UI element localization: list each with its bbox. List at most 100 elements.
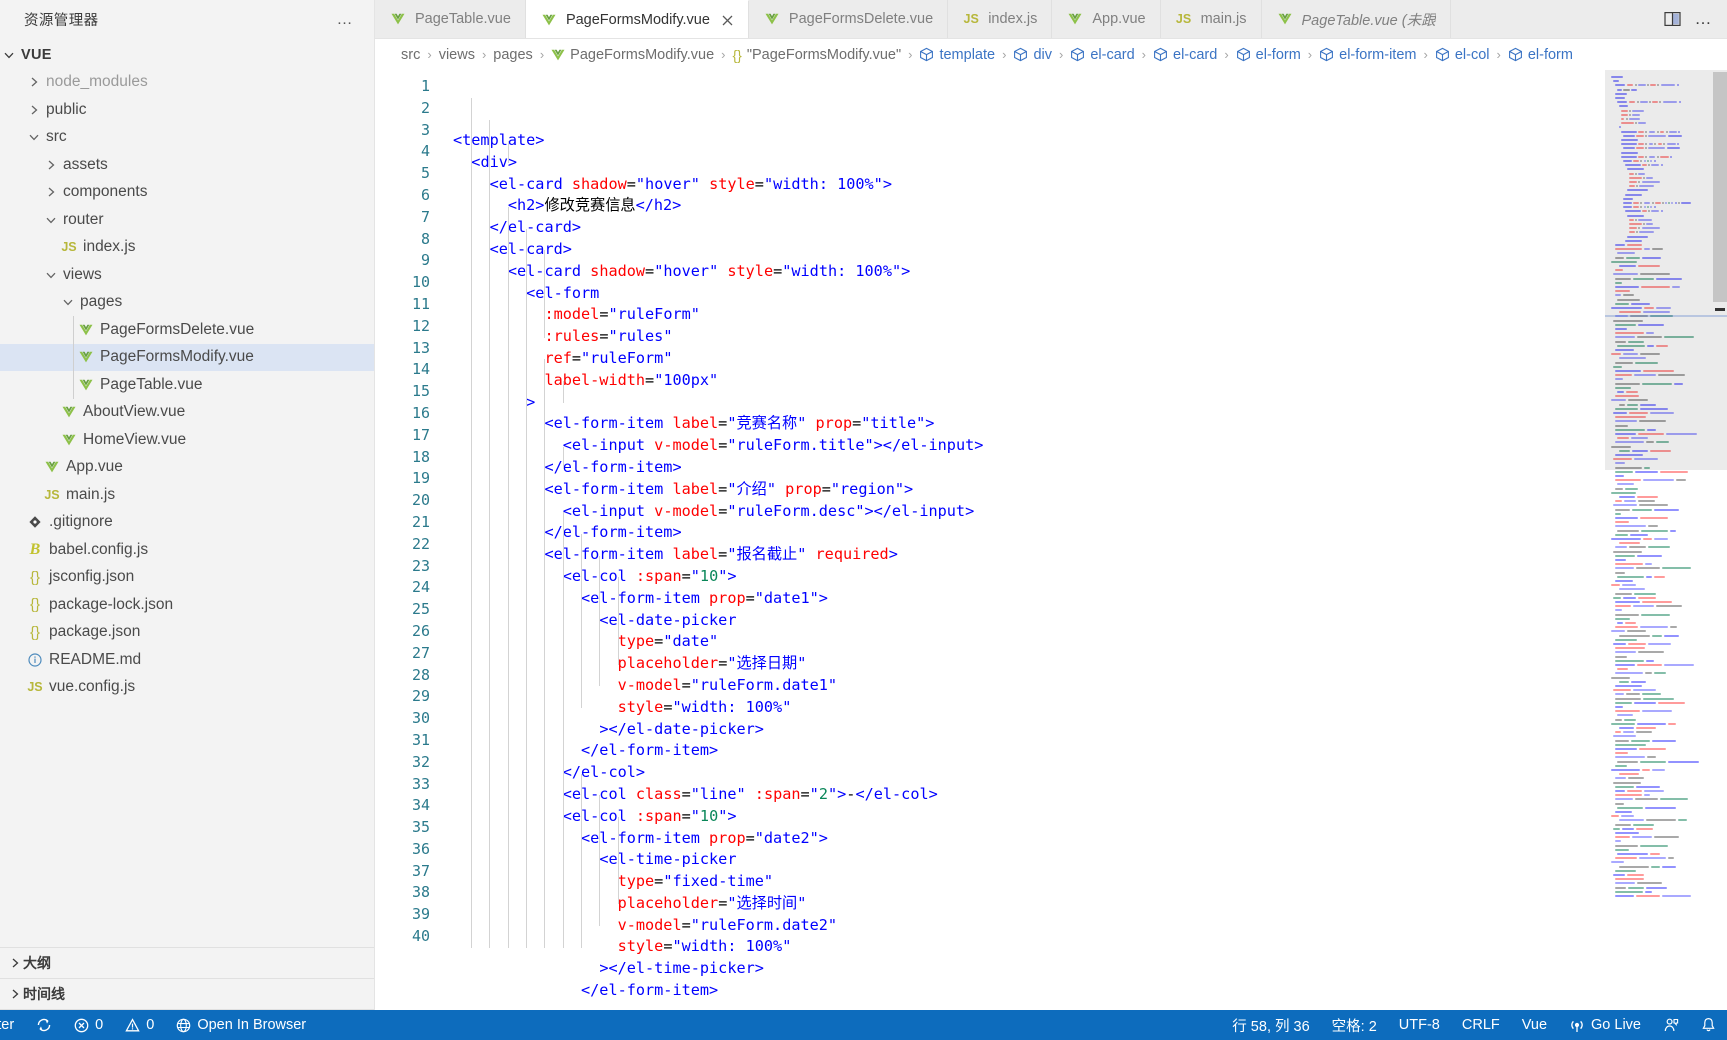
code-line[interactable]: <el-form-item prop="date2"> <box>441 828 1605 850</box>
tree-item-public[interactable]: public <box>0 96 374 124</box>
tab-pagetable-vue[interactable]: PageTable.vue <box>375 0 526 38</box>
tree-item-package-json[interactable]: {} package.json <box>0 619 374 647</box>
tree-item-router[interactable]: router <box>0 206 374 234</box>
code-line[interactable]: </el-form-item> <box>441 522 1605 544</box>
tree-item-pageformsmodify-vue[interactable]: PageFormsModify.vue <box>0 343 374 371</box>
tree-item-index-js[interactable]: JS index.js <box>0 234 374 262</box>
code-content[interactable]: <template> <div> <el-card shadow="hover"… <box>441 70 1605 1010</box>
tab-close-icon[interactable] <box>721 11 734 28</box>
code-line[interactable]: <el-form-item label="报名截止" required> <box>441 544 1605 566</box>
code-line[interactable]: <h2>修改竞赛信息</h2> <box>441 195 1605 217</box>
breadcrumb-item[interactable]: src <box>401 47 420 63</box>
breadcrumb-item[interactable]: el-card <box>1153 47 1217 63</box>
status-open-in-browser[interactable]: Open In Browser <box>165 1010 317 1040</box>
minimap-slider[interactable] <box>1605 70 1727 470</box>
code-line[interactable]: <el-form-item prop="date1"> <box>441 588 1605 610</box>
breadcrumb-item[interactable]: pages <box>493 47 533 63</box>
code-line[interactable]: <el-date-picker <box>441 610 1605 632</box>
breadcrumb-item[interactable]: el-col <box>1435 47 1489 63</box>
tab-pagetable-vue[interactable]: PageTable.vue (未跟 <box>1261 0 1451 38</box>
breadcrumb-item[interactable]: el-card <box>1070 47 1135 63</box>
breadcrumb-item[interactable]: views <box>439 47 475 63</box>
code-line[interactable]: <el-input v-model="ruleForm.desc"></el-i… <box>441 501 1605 523</box>
code-line[interactable]: <el-col :span="10"> <box>441 806 1605 828</box>
code-line[interactable]: type="fixed-time" <box>441 871 1605 893</box>
chevron-down-icon[interactable] <box>59 296 76 308</box>
tree-item-readme-md[interactable]: README.md <box>0 646 374 674</box>
status-problems-errors[interactable]: 0 <box>63 1010 114 1040</box>
more-actions-icon[interactable]: … <box>1695 10 1714 27</box>
code-line[interactable]: <el-card shadow="hover" style="width: 10… <box>441 261 1605 283</box>
code-line[interactable]: placeholder="选择日期" <box>441 653 1605 675</box>
chevron-down-icon[interactable] <box>42 214 59 226</box>
chevron-down-icon[interactable] <box>25 131 42 143</box>
status-language-mode[interactable]: Vue <box>1511 1010 1558 1040</box>
status-eol[interactable]: CRLF <box>1451 1010 1511 1040</box>
breadcrumb-item[interactable]: {} "PageFormsModify.vue" <box>732 47 901 63</box>
tree-item-jsconfig-json[interactable]: {} jsconfig.json <box>0 564 374 592</box>
code-line[interactable]: <template> <box>441 130 1605 152</box>
code-editor[interactable]: 1 2 3 4 5 6 7 8 9 10 11 12 13 14 15 16 17 18 19 20 21 22 23 24 2… <box>375 70 1727 1010</box>
minimap[interactable] <box>1605 70 1727 1010</box>
panel-timeline[interactable]: 时间线 <box>0 979 374 1010</box>
editor-tabbar[interactable]: PageTable.vue PageFormsModify.vue PageForm… <box>375 0 1727 39</box>
code-line[interactable]: label-width="100px" <box>441 370 1605 392</box>
tree-item-src[interactable]: src <box>0 124 374 152</box>
breadcrumb-item[interactable]: div <box>1013 47 1052 63</box>
code-line[interactable]: <el-form-item label="介绍" prop="region"> <box>441 479 1605 501</box>
code-line[interactable]: <el-card shadow="hover" style="width: 10… <box>441 174 1605 196</box>
status-go-live[interactable]: Go Live <box>1558 1010 1652 1040</box>
breadcrumb-item[interactable]: el-form <box>1236 47 1301 63</box>
breadcrumb-item[interactable]: template <box>919 47 995 63</box>
code-line[interactable]: <div> <box>441 152 1605 174</box>
tree-item-pagetable-vue[interactable]: PageTable.vue <box>0 371 374 399</box>
code-line[interactable]: ></el-date-picker> <box>441 719 1605 741</box>
breadcrumb-item[interactable]: el-form <box>1508 47 1573 63</box>
tree-item-app-vue[interactable]: App.vue <box>0 454 374 482</box>
tree-item-node-modules[interactable]: node_modules <box>0 69 374 97</box>
tree-item-main-js[interactable]: JS main.js <box>0 481 374 509</box>
tree-item-aboutview-vue[interactable]: AboutView.vue <box>0 399 374 427</box>
code-line[interactable]: </el-col> <box>441 762 1605 784</box>
code-line[interactable]: </el-form-item> <box>441 457 1605 479</box>
chevron-right-icon[interactable] <box>42 159 59 171</box>
status-branch-label[interactable]: ster <box>0 1010 25 1040</box>
code-line[interactable]: v-model="ruleForm.date1" <box>441 675 1605 697</box>
status-encoding[interactable]: UTF-8 <box>1388 1010 1451 1040</box>
code-line[interactable]: style="width: 100%" <box>441 697 1605 719</box>
tab-main-js[interactable]: JS main.js <box>1160 0 1262 38</box>
code-line[interactable]: <el-card> <box>441 239 1605 261</box>
tree-item-babel-config-js[interactable]: Bbabel.config.js <box>0 536 374 564</box>
tree-item-pageformsdelete-vue[interactable]: PageFormsDelete.vue <box>0 316 374 344</box>
tree-item-vue-config-js[interactable]: JS vue.config.js <box>0 674 374 702</box>
tree-item-assets[interactable]: assets <box>0 151 374 179</box>
code-line[interactable]: ref="ruleForm" <box>441 348 1605 370</box>
tree-root-vue[interactable]: VUE <box>0 41 374 69</box>
chevron-down-icon[interactable] <box>42 269 59 281</box>
tree-item-views[interactable]: views <box>0 261 374 289</box>
breadcrumb[interactable]: src › views › pages › PageFormsModify.vue › {} "P… <box>375 39 1727 70</box>
code-line[interactable]: <el-col class="line" :span="2">-</el-col… <box>441 784 1605 806</box>
panel-outline[interactable]: 大纲 <box>0 948 374 979</box>
chevron-right-icon[interactable] <box>25 76 42 88</box>
code-line[interactable]: </el-card> <box>441 217 1605 239</box>
tree-item-homeview-vue[interactable]: HomeView.vue <box>0 426 374 454</box>
status-feedback[interactable] <box>1652 1010 1690 1040</box>
tree-item-pages[interactable]: pages <box>0 289 374 317</box>
tab-index-js[interactable]: JS index.js <box>948 0 1053 38</box>
breadcrumb-item[interactable]: PageFormsModify.vue <box>551 47 714 63</box>
code-line[interactable]: v-model="ruleForm.date2" <box>441 915 1605 937</box>
code-line[interactable]: style="width: 100%" <box>441 936 1605 958</box>
status-notifications[interactable] <box>1690 1010 1727 1040</box>
code-line[interactable]: <el-input v-model="ruleForm.title"></el-… <box>441 435 1605 457</box>
tree-item-components[interactable]: components <box>0 179 374 207</box>
tree-item-package-lock-json[interactable]: {} package-lock.json <box>0 591 374 619</box>
code-line[interactable]: <el-form <box>441 283 1605 305</box>
tab-pageformsmodify-vue[interactable]: PageFormsModify.vue <box>525 0 749 38</box>
tab-app-vue[interactable]: App.vue <box>1052 0 1161 38</box>
status-problems-warnings[interactable]: 0 <box>114 1010 165 1040</box>
code-line[interactable]: <el-form-item label="竞赛名称" prop="title"> <box>441 413 1605 435</box>
chevron-right-icon[interactable] <box>25 104 42 116</box>
code-line[interactable]: type="date" <box>441 631 1605 653</box>
code-line[interactable]: :model="ruleForm" <box>441 304 1605 326</box>
